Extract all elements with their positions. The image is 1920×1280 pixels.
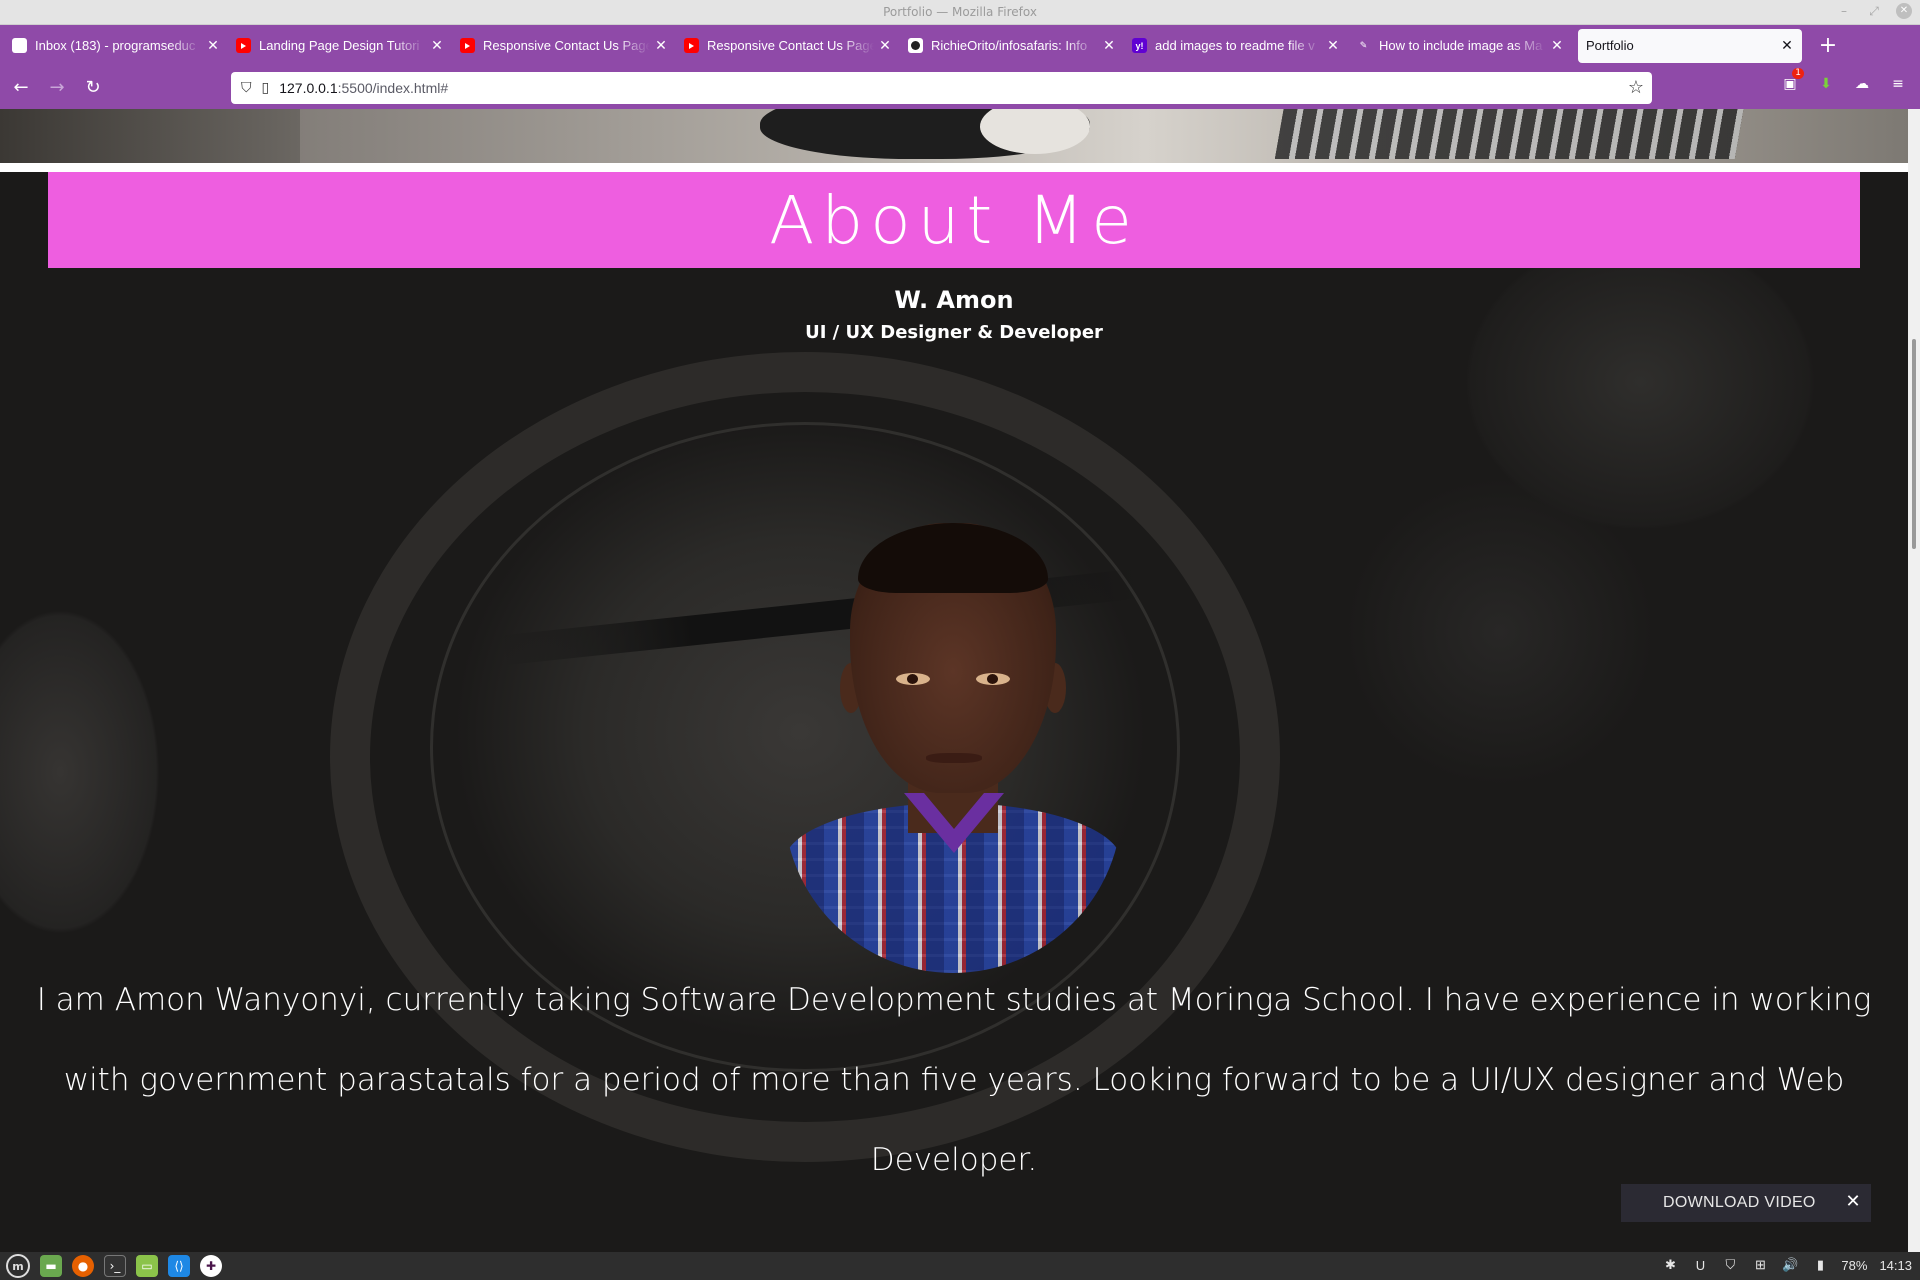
clock[interactable]: 14:13	[1879, 1258, 1912, 1273]
tab-close-icon[interactable]: ✕	[878, 37, 892, 54]
update-icon[interactable]: U	[1691, 1256, 1709, 1274]
section-divider	[0, 163, 1908, 172]
tab-label: Portfolio	[1586, 38, 1634, 53]
bookmark-star-icon[interactable]: ☆	[1628, 77, 1644, 98]
maximize-icon[interactable]: ⤢	[1866, 3, 1882, 19]
gmail-icon: M	[12, 38, 27, 53]
volume-icon[interactable]: 🔊	[1781, 1256, 1799, 1274]
network-icon[interactable]: ⊞	[1751, 1256, 1769, 1274]
tab-label: Responsive Contact Us Page	[707, 38, 874, 53]
shield-icon[interactable]: ⛉	[241, 80, 252, 96]
minimize-icon[interactable]: –	[1836, 3, 1852, 19]
window-titlebar: Portfolio — Mozilla Firefox – ⤢ ✕	[0, 0, 1920, 25]
url-host: 127.0.0.1	[279, 80, 338, 96]
sync-icon[interactable]: ☁	[1852, 74, 1872, 94]
profile-photo	[784, 523, 1122, 973]
download-video-label[interactable]: DOWNLOAD VIDEO	[1663, 1194, 1816, 1212]
person-role: UI / UX Designer & Developer	[805, 322, 1103, 343]
terminal-icon[interactable]: ›_	[104, 1255, 126, 1277]
page-viewport: About Me W. Amon UI / UX Designer & Deve…	[0, 109, 1908, 1252]
battery-percent: 78%	[1841, 1257, 1868, 1273]
tab-github-infosafaris[interactable]: RichieOrito/infosafaris: Info ✕	[900, 29, 1124, 63]
close-window-icon[interactable]: ✕	[1896, 3, 1912, 19]
tab-label: RichieOrito/infosafaris: Info	[931, 38, 1088, 53]
about-banner: About Me	[48, 172, 1860, 268]
tab-close-icon[interactable]: ✕	[1550, 37, 1564, 54]
page-icon[interactable]: ▯	[262, 80, 270, 96]
slack-tray-icon[interactable]: ✱	[1661, 1256, 1679, 1274]
bio-paragraph: I am Amon Wanyonyi, currently taking Sof…	[36, 982, 1872, 1178]
system-tray: ✱ U ⛉ ⊞ 🔊 ▮ 78% 14:13	[1661, 1256, 1912, 1274]
firefox-icon[interactable]: ●	[72, 1255, 94, 1277]
tab-contact-us-1[interactable]: Responsive Contact Us Page ✕	[452, 29, 676, 63]
file-manager-icon[interactable]: ▬	[40, 1255, 62, 1277]
download-video-popup[interactable]: DOWNLOAD VIDEO ✕	[1621, 1184, 1871, 1222]
youtube-icon	[460, 38, 475, 53]
new-tab-icon[interactable]: +	[1816, 33, 1840, 58]
tab-markdown-image[interactable]: ✎ How to include image as Ma ✕	[1348, 29, 1572, 63]
youtube-icon	[684, 38, 699, 53]
tab-label: Landing Page Design Tutori	[259, 38, 420, 53]
download-icon[interactable]: ⬇	[1816, 74, 1836, 94]
nav-toolbar: ← → ↻ ⛉ ▯ 127.0.0.1 :5500/index.html# ☆ …	[0, 66, 1920, 109]
extension-badge: 1	[1792, 68, 1804, 79]
shield-tray-icon[interactable]: ⛉	[1721, 1256, 1739, 1274]
youtube-icon	[236, 38, 251, 53]
tab-landing-page-tutorial[interactable]: Landing Page Design Tutori ✕	[228, 29, 452, 63]
scrollbar-thumb[interactable]	[1912, 339, 1916, 549]
tab-label: How to include image as Ma	[1379, 38, 1543, 53]
window-title: Portfolio — Mozilla Firefox	[883, 5, 1037, 19]
person-name: W. Amon	[894, 286, 1014, 314]
extension-icon[interactable]: ▣ 1	[1780, 68, 1804, 94]
tab-label: Inbox (183) - programseduc	[35, 38, 196, 53]
tab-close-icon[interactable]: ✕	[1780, 37, 1794, 54]
tab-gmail-inbox[interactable]: M Inbox (183) - programseduc ✕	[4, 29, 228, 63]
about-section: About Me W. Amon UI / UX Designer & Deve…	[0, 172, 1908, 1252]
close-icon[interactable]: ✕	[1843, 1192, 1863, 1212]
page-scrollbar[interactable]	[1908, 109, 1920, 1252]
tab-close-icon[interactable]: ✕	[1102, 37, 1116, 54]
slack-icon[interactable]: ✚	[200, 1255, 222, 1277]
folder-icon[interactable]: ▭	[136, 1255, 158, 1277]
tab-close-icon[interactable]: ✕	[654, 37, 668, 54]
yahoo-icon: y!	[1132, 38, 1147, 53]
section-title: About Me	[769, 181, 1139, 259]
battery-icon[interactable]: ▮	[1811, 1256, 1829, 1274]
hero-image	[0, 109, 1908, 163]
tab-strip: M Inbox (183) - programseduc ✕ Landing P…	[0, 25, 1920, 66]
hamburger-menu-icon[interactable]: ≡	[1888, 74, 1908, 94]
tab-label: Responsive Contact Us Page	[483, 38, 650, 53]
extensions-area: ▣ 1 ⬇ ☁ ≡	[1780, 68, 1908, 94]
tab-label: add images to readme file v	[1155, 38, 1315, 53]
back-arrow-icon[interactable]: ←	[6, 73, 36, 103]
url-bar[interactable]: ⛉ ▯ 127.0.0.1 :5500/index.html# ☆	[231, 72, 1652, 104]
start-menu-icon[interactable]: m	[6, 1254, 30, 1278]
system-taskbar: m ▬ ● ›_ ▭ ⟨⟩ ✚ ✱ U ⛉ ⊞ 🔊 ▮ 78% 14:13	[0, 1252, 1920, 1280]
window-controls: – ⤢ ✕	[1836, 3, 1912, 19]
github-icon	[908, 38, 923, 53]
url-path: :5500/index.html#	[337, 80, 449, 96]
tab-close-icon[interactable]: ✕	[1326, 37, 1340, 54]
tab-portfolio[interactable]: Portfolio ✕	[1578, 28, 1802, 63]
markdown-icon: ✎	[1359, 40, 1368, 50]
tab-close-icon[interactable]: ✕	[430, 37, 444, 54]
tab-close-icon[interactable]: ✕	[206, 37, 220, 54]
tab-yahoo-readme[interactable]: y! add images to readme file v ✕	[1124, 29, 1348, 63]
forward-arrow-icon[interactable]: →	[42, 73, 72, 103]
tab-contact-us-2[interactable]: Responsive Contact Us Page ✕	[676, 29, 900, 63]
vscode-icon[interactable]: ⟨⟩	[168, 1255, 190, 1277]
reload-icon[interactable]: ↻	[78, 73, 108, 103]
